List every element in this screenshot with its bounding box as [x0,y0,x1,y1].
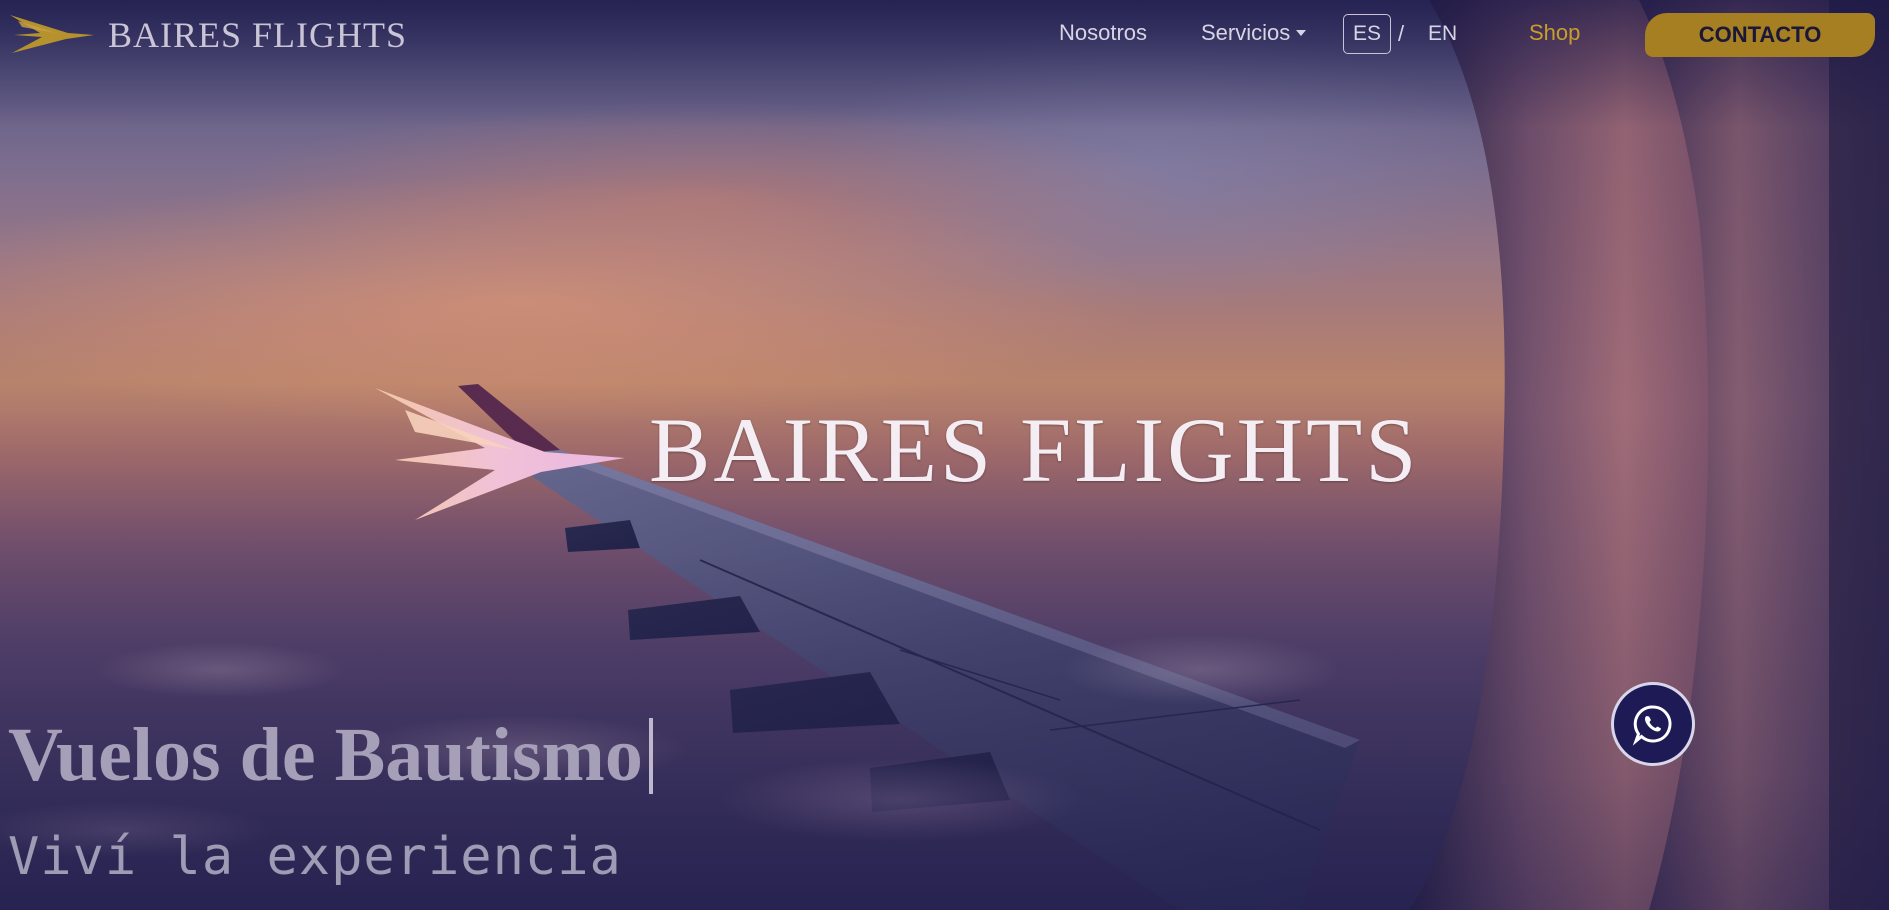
contact-button[interactable]: CONTACTO [1645,13,1875,57]
whatsapp-button[interactable] [1611,682,1695,766]
hero-title: BAIRES FLIGHTS [649,399,1420,501]
nav-nosotros[interactable]: Nosotros [1059,20,1147,46]
nav-servicios-label: Servicios [1201,20,1291,45]
typing-cursor [648,717,653,794]
nav-shop[interactable]: Shop [1529,20,1580,46]
hero-headline-text: Vuelos de Bautismo [8,713,643,797]
nav-servicios[interactable]: Servicios [1201,20,1307,46]
hero-brand: BAIRES FLIGHTS [375,380,1419,520]
header-logo-link[interactable]: BAIRES FLIGHTS [8,10,407,60]
site-header: BAIRES FLIGHTS Nosotros Servicios ES / E… [0,0,1889,70]
hero-logo-mark-icon [375,388,625,520]
language-separator: / [1398,21,1405,46]
header-logo-text: BAIRES FLIGHTS [108,15,408,55]
page: BAIRES FLIGHTS Nosotros Servicios ES / E… [0,0,1889,910]
caret-down-icon [1296,30,1307,36]
logo-mark-icon [10,15,94,53]
whatsapp-icon [1632,705,1672,746]
hero-headline: Vuelos de Bautismo [8,712,653,799]
hero-subheadline: Viví la experiencia [8,827,622,887]
language-es-button[interactable]: ES [1343,14,1391,54]
language-en-button[interactable]: EN [1428,22,1457,46]
